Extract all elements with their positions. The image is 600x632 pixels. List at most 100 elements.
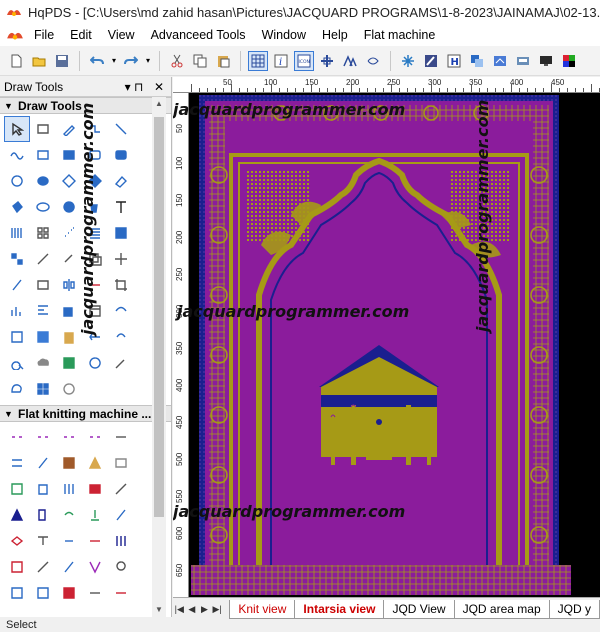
- tool-button[interactable]: [30, 580, 56, 606]
- tool-button[interactable]: [4, 324, 30, 350]
- copy-button[interactable]: [190, 51, 210, 71]
- tool-button[interactable]: [30, 116, 56, 142]
- tool-button[interactable]: [108, 580, 134, 606]
- tool-button[interactable]: [108, 116, 134, 142]
- tool-button[interactable]: [4, 350, 30, 376]
- tool-button[interactable]: [108, 142, 134, 168]
- tool-button[interactable]: [108, 220, 134, 246]
- tool-button[interactable]: [108, 502, 134, 528]
- tool-button[interactable]: [4, 450, 30, 476]
- layers-button[interactable]: [467, 51, 487, 71]
- tab-knit-view[interactable]: Knit view: [229, 600, 296, 619]
- panel-scrollbar[interactable]: ▲ ▼: [152, 97, 166, 617]
- flip-button[interactable]: [340, 51, 360, 71]
- tool-button[interactable]: [108, 350, 134, 376]
- section-flat-knitting[interactable]: ▼ Flat knitting machine ...: [0, 405, 171, 422]
- tool-button[interactable]: [56, 528, 82, 554]
- tool-button[interactable]: [4, 168, 30, 194]
- tool-button[interactable]: [30, 350, 56, 376]
- tool-button[interactable]: [4, 298, 30, 324]
- tool-button[interactable]: [30, 376, 56, 402]
- tool-button[interactable]: [4, 580, 30, 606]
- tool-button[interactable]: [30, 168, 56, 194]
- tool-button[interactable]: [108, 168, 134, 194]
- menu-help[interactable]: Help: [314, 24, 356, 46]
- tool-button[interactable]: [4, 246, 30, 272]
- menu-file[interactable]: File: [26, 24, 62, 46]
- display-button[interactable]: [536, 51, 556, 71]
- menu-edit[interactable]: Edit: [62, 24, 100, 46]
- tool-button[interactable]: [108, 476, 134, 502]
- tool-button[interactable]: [30, 502, 56, 528]
- paste-button[interactable]: [213, 51, 233, 71]
- palette-button[interactable]: [559, 51, 579, 71]
- tab-jqd-view[interactable]: JQD View: [383, 600, 455, 619]
- center-button[interactable]: [317, 51, 337, 71]
- tool-button[interactable]: [108, 324, 134, 350]
- tool-button[interactable]: [4, 376, 30, 402]
- tool-button[interactable]: [82, 502, 108, 528]
- tool-button[interactable]: [108, 272, 134, 298]
- tool-button[interactable]: [30, 298, 56, 324]
- icon-view-button[interactable]: ICON: [294, 50, 314, 71]
- tool-button[interactable]: [82, 528, 108, 554]
- design-canvas[interactable]: 50 100 150 200 250 300 350 400 450 50 100 150 200 25…: [173, 77, 600, 597]
- loop-button[interactable]: [363, 51, 383, 71]
- tool-button[interactable]: [108, 528, 134, 554]
- tool-button[interactable]: [56, 554, 82, 580]
- h-button[interactable]: H: [444, 51, 464, 71]
- tool-button[interactable]: [4, 554, 30, 580]
- menu-advanced-tools[interactable]: Advanceed Tools: [143, 24, 254, 46]
- tool-button[interactable]: [30, 246, 56, 272]
- tool-button[interactable]: [56, 476, 82, 502]
- tool-button[interactable]: [4, 116, 30, 142]
- tool-button[interactable]: [4, 502, 30, 528]
- scroll-down-icon[interactable]: ▼: [152, 603, 166, 617]
- tool-button[interactable]: [30, 554, 56, 580]
- tab-last-button[interactable]: ▶|: [211, 599, 224, 619]
- tool-button[interactable]: [4, 142, 30, 168]
- menu-logo-icon[interactable]: [6, 28, 24, 42]
- tool-button[interactable]: [30, 528, 56, 554]
- panel-close-button[interactable]: ✕: [151, 80, 167, 94]
- open-button[interactable]: [29, 51, 49, 71]
- star-button[interactable]: [398, 51, 418, 71]
- tool-button[interactable]: [30, 324, 56, 350]
- tab-jqd-y[interactable]: JQD y: [548, 600, 600, 619]
- menu-flat-machine[interactable]: Flat machine: [356, 24, 444, 46]
- tool-button[interactable]: [82, 580, 108, 606]
- tool-button[interactable]: [4, 194, 30, 220]
- new-button[interactable]: [6, 51, 26, 71]
- machine-button[interactable]: [513, 51, 533, 71]
- tool-button[interactable]: [108, 450, 134, 476]
- tool-button[interactable]: [4, 424, 30, 450]
- tool-button[interactable]: [4, 220, 30, 246]
- undo-dropdown[interactable]: ▾: [110, 51, 118, 71]
- tool-button[interactable]: [82, 450, 108, 476]
- panel-pin-button[interactable]: ▾ ⊓: [117, 80, 151, 94]
- scroll-up-icon[interactable]: ▲: [152, 97, 166, 111]
- tool-button[interactable]: [56, 450, 82, 476]
- tab-jqd-area-map[interactable]: JQD area map: [453, 600, 550, 619]
- tool-button[interactable]: [108, 298, 134, 324]
- tool-button[interactable]: [82, 554, 108, 580]
- tool-button[interactable]: [30, 220, 56, 246]
- tool-button[interactable]: [4, 272, 30, 298]
- menu-view[interactable]: View: [100, 24, 143, 46]
- tool-button[interactable]: [108, 424, 134, 450]
- redo-dropdown[interactable]: ▾: [144, 51, 152, 71]
- tool-button[interactable]: [30, 450, 56, 476]
- tool-button[interactable]: [56, 350, 82, 376]
- tab-intarsia-view[interactable]: Intarsia view: [294, 600, 385, 619]
- redo-button[interactable]: [121, 51, 141, 71]
- scrollbar-thumb[interactable]: [154, 117, 164, 517]
- tool-button[interactable]: [82, 424, 108, 450]
- export-button[interactable]: [490, 51, 510, 71]
- tool-button[interactable]: [108, 246, 134, 272]
- tool-button[interactable]: [82, 476, 108, 502]
- tab-first-button[interactable]: |◀: [173, 599, 186, 619]
- tool-button[interactable]: [108, 554, 134, 580]
- tool-button[interactable]: [30, 476, 56, 502]
- cut-button[interactable]: [167, 51, 187, 71]
- tool-button[interactable]: [82, 350, 108, 376]
